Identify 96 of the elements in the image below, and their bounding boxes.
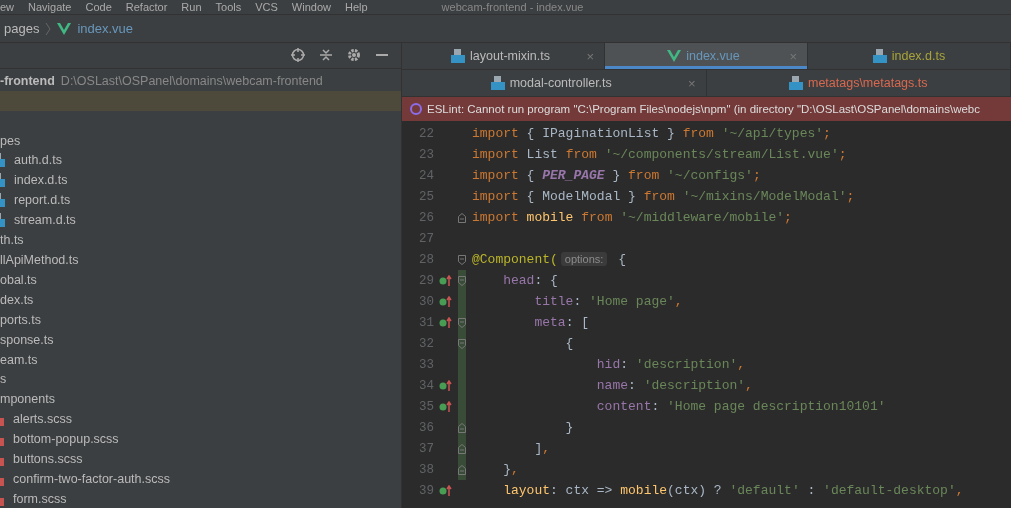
line-number: 27 [418,231,434,246]
code-line: layout: ctx => mobile(ctx) ? 'default' : 'default-desktop', [502,483,964,498]
code-line: import { PER_PAGE } from '~/configs'; [471,168,761,183]
menu-item[interactable]: Navigate [28,1,72,13]
menu-item[interactable]: Refactor [125,1,168,13]
code-line: name: 'description', [595,378,753,393]
chevron-icon [45,21,52,36]
line-number: 31 [418,315,434,330]
code-line: } [564,420,574,435]
line-number: 29 [418,273,434,288]
window-title: webcam-frontend - index.vue [441,1,584,13]
fold-marker-icon[interactable] [458,254,466,265]
tree-item[interactable]: ports.ts [0,312,41,327]
tree-item[interactable]: th.ts [0,233,24,248]
editor-tab[interactable]: modal-controller.ts × [402,70,707,96]
error-message: ESLint: Cannot run program "C:\Program Files\nodejs\npm" (in directory "D:\OSLast\OSPanel\domains\webc [427,103,980,115]
collapse-all-icon[interactable] [319,48,333,63]
file-icon [0,477,4,486]
tree-item[interactable]: alerts.scss [6,412,73,427]
code-line: @Component( options: { [471,252,626,267]
v-logo-icon [57,22,72,35]
file-icon [0,497,4,506]
code-line: head: { [502,273,558,288]
file-icon [0,458,4,467]
tree-item[interactable]: llApiMethod.ts [0,253,79,267]
v-logo-icon [667,50,682,62]
tree-item[interactable]: auth.d.ts [7,153,62,168]
file-icon [490,76,505,90]
line-number: 36 [418,420,434,435]
line-number: 32 [418,336,434,351]
code-line: }, [502,462,519,477]
line-number: 34 [418,378,434,393]
file-icon [789,76,803,90]
file-icon [451,49,466,63]
file-icon [0,438,4,447]
editor-tab[interactable]: index.d.ts [808,43,1011,69]
menu-item[interactable]: Window [291,1,331,13]
code-line: import { IPaginationList } from '~/api/types'; [471,126,831,141]
locate-icon[interactable] [291,48,305,63]
tree-item[interactable]: obal.ts [0,272,37,287]
tree-item[interactable]: stream.d.ts [7,213,76,228]
line-number: 22 [418,126,434,141]
line-number: 35 [418,399,434,414]
fold-marker-icon[interactable] [458,464,466,475]
fold-marker-icon[interactable] [458,317,466,328]
line-number: 30 [418,294,434,309]
fold-marker-icon[interactable] [458,338,466,349]
project-name[interactable]: -frontend [0,73,55,88]
code-line: content: 'Home page description10101' [595,399,886,414]
menu-item[interactable]: ew [0,1,15,13]
code-line: ], [533,441,551,456]
tree-item[interactable]: eam.ts [0,352,38,367]
tree-item[interactable]: buttons.scss [6,452,83,467]
line-number: 23 [418,147,434,162]
file-icon [872,49,887,63]
code-line: { [564,336,574,351]
menu-item[interactable]: Help [345,1,368,13]
tree-item[interactable]: s [0,372,7,387]
menu-item[interactable]: Run [181,1,202,13]
code-line: hid: 'description', [595,357,746,372]
menu-item[interactable]: VCS [255,1,278,13]
menu-item[interactable]: Code [85,1,112,13]
fold-marker-icon[interactable] [458,275,466,286]
menu-item[interactable]: Tools [215,1,242,13]
tree-item[interactable]: bottom-popup.scss [6,432,119,447]
tree-item[interactable]: sponse.ts [0,332,54,347]
fold-marker-icon[interactable] [458,443,466,454]
line-number: 33 [418,357,434,372]
code-line: title: 'Home page', [533,294,683,309]
fold-marker-icon[interactable] [458,212,466,223]
line-number: 26 [418,210,434,225]
line-number: 25 [418,189,434,204]
line-number: 37 [418,441,434,456]
tree-item[interactable]: form.scss [6,491,67,506]
tree-item[interactable]: mponents [0,392,55,407]
fold-marker-icon[interactable] [458,422,466,433]
tree-item[interactable]: pes [0,133,21,148]
editor-tab[interactable]: metatags\metatags.ts [706,70,1011,96]
tree-item[interactable]: report.d.ts [7,193,71,208]
file-icon [0,418,4,427]
code-line: import List from '~/components/stream/List.vue'; [471,147,847,162]
breadcrumb-item[interactable]: pages [4,21,40,36]
line-number: 39 [418,483,434,498]
code-line: import mobile from '~/middleware/mobile'; [471,210,792,225]
tree-item[interactable]: index.d.ts [7,173,68,188]
tree-item[interactable]: confirm-two-factor-auth.scss [6,471,170,486]
line-number: 24 [418,168,434,183]
breadcrumb-item[interactable]: index.vue [77,21,134,36]
project-path: D:\OSLast\OSPanel\domains\webcam-frontend [60,73,323,88]
code-line: import { ModelModal } from '~/mixins/ModelModal'; [471,189,855,204]
line-number: 38 [418,462,434,477]
tree-item[interactable]: dex.ts [0,292,34,307]
settings-icon[interactable] [347,48,361,63]
code-line: meta: [ [533,315,590,330]
circle-icon [410,103,422,115]
line-number: 28 [418,252,434,267]
